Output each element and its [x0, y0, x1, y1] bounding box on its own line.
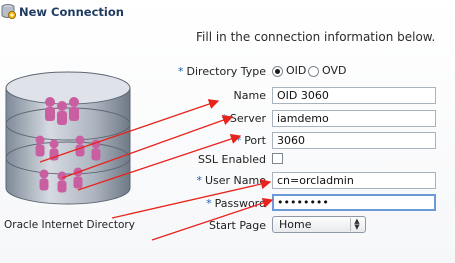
password-field[interactable]: ••••••••: [272, 194, 436, 211]
required-marker: *: [206, 197, 212, 210]
user-name-label-text: User Name: [204, 174, 266, 187]
required-marker: *: [178, 65, 184, 78]
port-label-text: Port: [244, 134, 266, 147]
required-marker: *: [221, 112, 227, 125]
name-field[interactable]: OID 3060: [272, 87, 436, 104]
directory-type-oid-radio[interactable]: [272, 66, 283, 77]
dialog-title-bar: New Connection: [0, 0, 455, 26]
directory-type-label-text: Directory Type: [186, 65, 266, 78]
directory-type-label: * Directory Type: [178, 65, 266, 78]
select-arrows-icon: ▲ ▼: [350, 218, 363, 231]
start-page-label: Start Page: [209, 219, 266, 232]
dialog-title: New Connection: [19, 5, 124, 19]
start-page-selected-value: Home: [279, 218, 312, 231]
start-page-select[interactable]: Home ▲ ▼: [272, 216, 366, 233]
new-connection-icon: [1, 4, 16, 19]
required-marker: *: [196, 174, 202, 187]
directory-type-ovd-radio[interactable]: [308, 66, 319, 77]
server-label: * Server: [221, 112, 266, 125]
directory-type-oid-label[interactable]: OID: [286, 64, 306, 77]
ssl-enabled-label: SSL Enabled: [197, 153, 266, 166]
directory-type-ovd-label[interactable]: OVD: [322, 64, 346, 77]
directory-database-illustration: [5, 71, 131, 205]
port-label: * Port: [236, 134, 266, 147]
password-label: * Password: [206, 197, 266, 210]
user-name-label: * User Name: [196, 174, 266, 187]
name-label: Name: [233, 89, 266, 102]
server-field[interactable]: iamdemo: [272, 110, 436, 127]
required-marker: *: [235, 134, 242, 147]
new-connection-dialog: New Connection Fill in the connection in…: [0, 0, 455, 263]
user-name-field[interactable]: cn=orcladmin: [272, 172, 436, 189]
ssl-enabled-checkbox[interactable]: [272, 153, 283, 164]
server-label-text: Server: [229, 112, 266, 125]
instruction-text: Fill in the connection information below…: [196, 30, 436, 44]
port-field[interactable]: 3060: [272, 132, 436, 149]
password-label-text: Password: [214, 197, 266, 210]
illustration-caption: Oracle Internet Directory: [4, 219, 135, 231]
